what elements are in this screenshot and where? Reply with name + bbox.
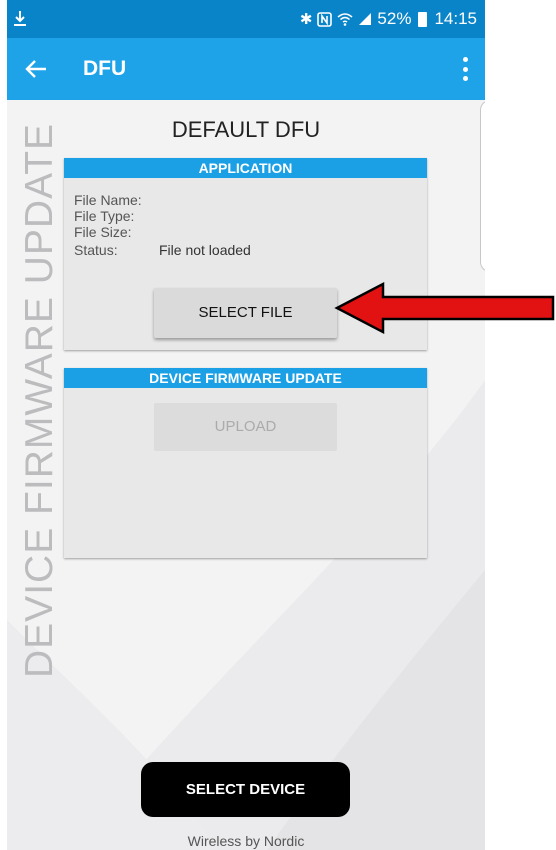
- upload-button[interactable]: UPLOAD: [154, 403, 337, 451]
- app-bar-title: DFU: [83, 57, 127, 80]
- file-name-label: File Name:: [74, 192, 142, 208]
- download-icon: [14, 11, 26, 26]
- signal-icon: [359, 13, 372, 25]
- battery-icon: [418, 11, 428, 27]
- file-size-label: File Size:: [74, 224, 132, 240]
- dfu-panel: DEVICE FIRMWARE UPDATE UPLOAD: [64, 368, 427, 558]
- bluetooth-icon: ✱: [299, 11, 313, 28]
- battery-percent: 52%: [377, 9, 412, 28]
- status-row: Status: File not loaded: [74, 242, 251, 258]
- file-type-label: File Type:: [74, 208, 135, 224]
- phone-screen: ✱ 52% 14:15 DFU DEVICE FIRMWARE UPDATE D…: [7, 0, 485, 850]
- nfc-icon: [317, 11, 333, 27]
- status-time: 14:15: [434, 9, 477, 28]
- status-icons: ✱ 52% 14:15: [300, 9, 477, 29]
- application-panel-header: APPLICATION: [64, 158, 427, 178]
- file-info: File Name: File Type: File Size: Status:…: [74, 192, 251, 258]
- status-label: Status:: [74, 242, 118, 258]
- select-device-button[interactable]: SELECT DEVICE: [141, 762, 350, 817]
- page-title: DEFAULT DFU: [171, 117, 321, 142]
- footer-text: Wireless by Nordic: [187, 833, 305, 849]
- back-arrow-icon[interactable]: [23, 55, 51, 83]
- content-area: DEVICE FIRMWARE UPDATE DEFAULT DFU APPLI…: [7, 100, 485, 850]
- more-vert-icon[interactable]: [459, 57, 471, 81]
- status-value: File not loaded: [159, 242, 251, 258]
- status-bar: ✱ 52% 14:15: [7, 0, 485, 38]
- select-file-button[interactable]: SELECT FILE: [154, 288, 337, 338]
- red-arrow-annotation: [334, 281, 555, 335]
- dfu-panel-header: DEVICE FIRMWARE UPDATE: [64, 368, 427, 388]
- wifi-icon: [337, 13, 353, 26]
- app-bar: DFU: [7, 38, 485, 100]
